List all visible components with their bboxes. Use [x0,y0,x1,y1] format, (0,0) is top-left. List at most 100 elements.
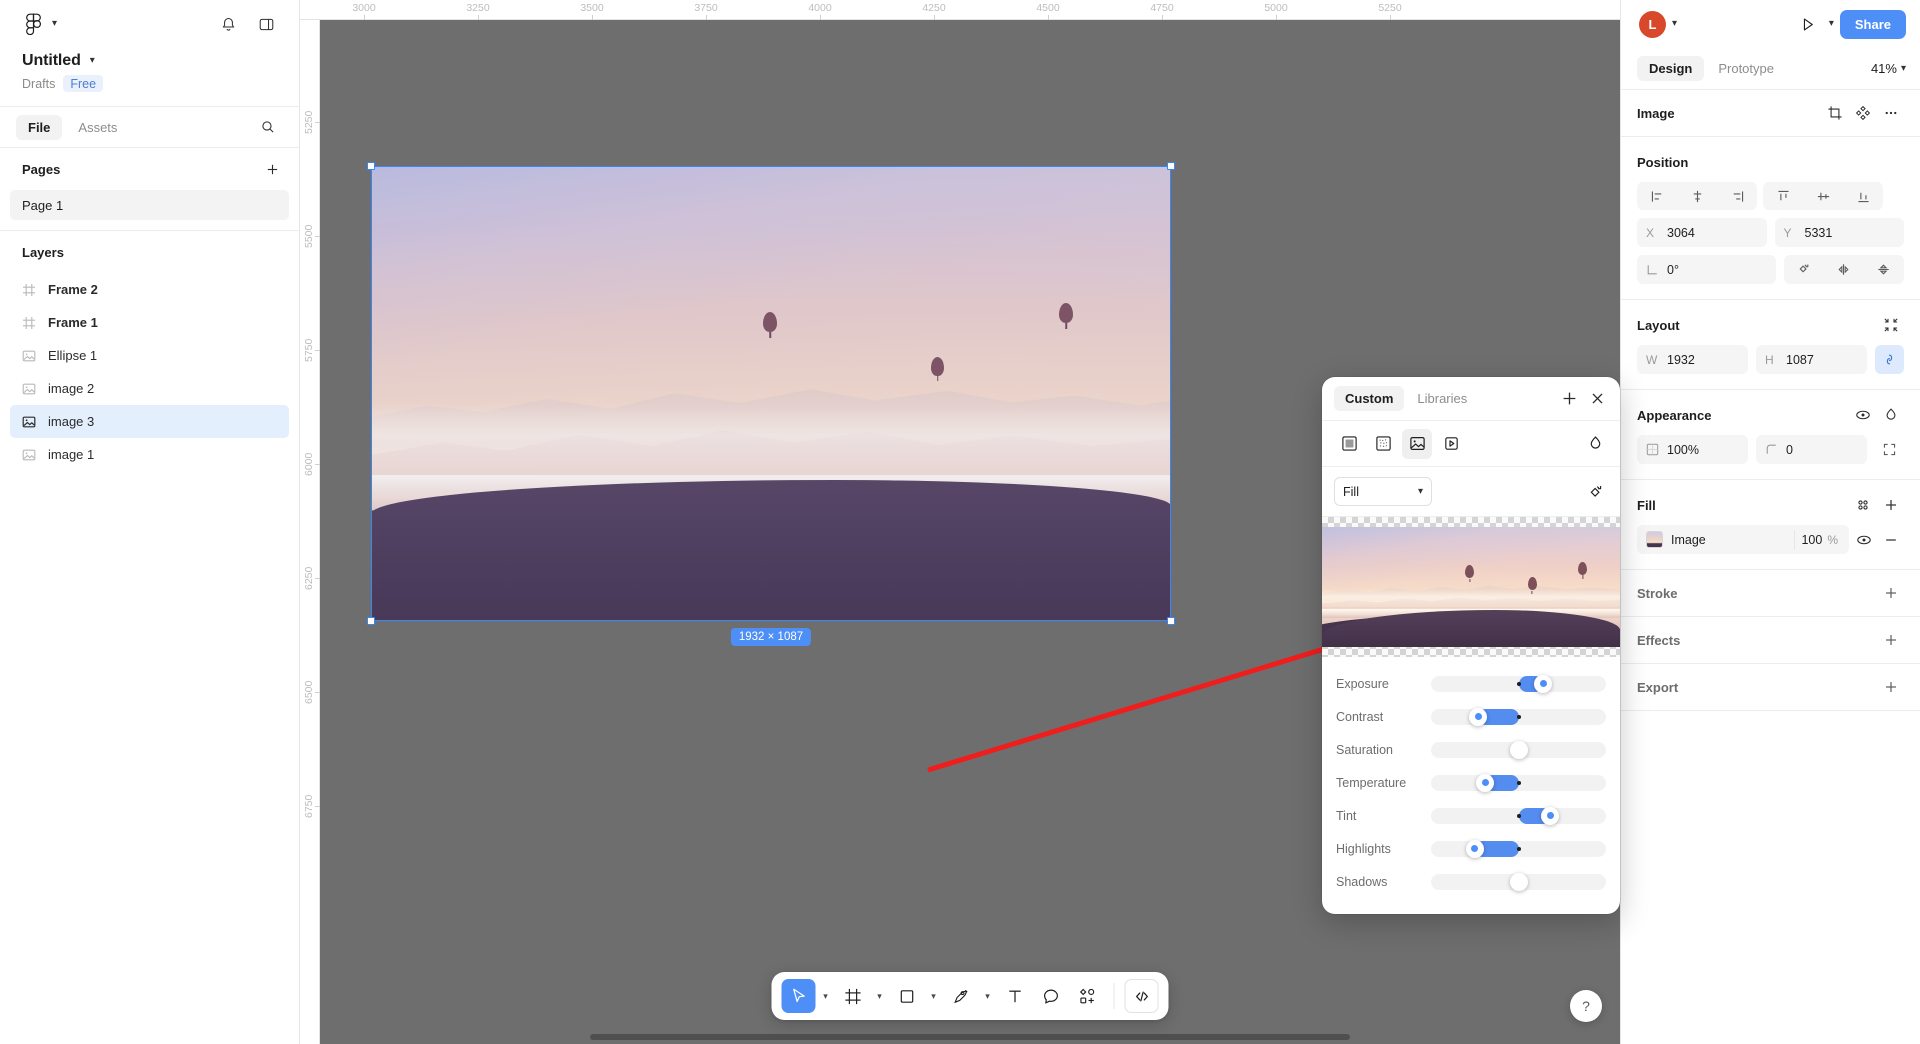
help-button[interactable]: ? [1570,990,1602,1022]
fill-visibility-eye-icon[interactable] [1851,527,1877,553]
video-paint-icon[interactable] [1436,429,1466,459]
exposure-slider[interactable] [1431,674,1606,693]
artwork-image-3[interactable] [371,166,1171,621]
styles-grid-icon[interactable] [1850,492,1876,518]
layer-item-image-1[interactable]: image 1 [10,438,289,471]
scale-mode-value: Fill [1343,484,1359,499]
popover-tab-libraries[interactable]: Libraries [1406,386,1478,411]
flip-vertical-icon[interactable] [1864,255,1904,284]
text-tool[interactable] [998,979,1032,1013]
share-button[interactable]: Share [1839,9,1906,39]
shadows-slider[interactable] [1431,872,1606,891]
figma-logo-icon[interactable] [22,13,44,35]
image-thumbnail-swatch[interactable] [1646,531,1663,548]
gradient-paint-icon[interactable] [1368,429,1398,459]
align-top-icon[interactable] [1763,182,1803,210]
pen-tool[interactable] [944,979,978,1013]
comment-tool[interactable] [1034,979,1068,1013]
play-triangle-icon[interactable] [1793,9,1823,39]
align-center-horizontal-icon[interactable] [1677,182,1717,210]
frame-tool-caret-icon[interactable]: ▾ [872,979,888,1013]
ruler-label: 3500 [580,2,604,14]
saturation-slider[interactable] [1431,740,1606,759]
add-stroke-button[interactable] [1878,580,1904,606]
tab-assets[interactable]: Assets [66,115,129,140]
crop-icon[interactable] [1822,100,1848,126]
pen-tool-caret-icon[interactable]: ▾ [980,979,996,1013]
logo-menu-caret-icon[interactable]: ▾ [52,19,57,29]
shape-tool[interactable] [890,979,924,1013]
blend-droplet-icon[interactable] [1582,431,1608,457]
image-preview[interactable] [1322,517,1620,657]
tab-prototype[interactable]: Prototype [1706,56,1786,81]
blend-droplet-icon[interactable] [1878,402,1904,428]
sidebar-item-page-1[interactable]: Page 1 [10,190,289,220]
move-tool[interactable] [781,979,816,1013]
fill-opacity-input[interactable]: 100 % [1794,529,1846,550]
scale-mode-select[interactable]: Fill ▾ [1334,477,1432,506]
layer-item-ellipse-1[interactable]: Ellipse 1 [10,339,289,372]
file-location[interactable]: Drafts [22,77,55,91]
tint-slider[interactable] [1431,806,1606,825]
link-chain-icon[interactable] [1875,345,1904,374]
file-menu-caret-icon[interactable]: ▾ [90,56,95,66]
rotate-icon[interactable] [1784,255,1824,284]
popover-tab-custom[interactable]: Custom [1334,386,1405,411]
rotation-input[interactable]: 0° [1637,255,1776,284]
opacity-input[interactable]: 100% [1637,435,1748,464]
corner-radius-input[interactable]: 0 [1756,435,1867,464]
frame-tool[interactable] [836,979,870,1013]
layer-item-image-2[interactable]: image 2 [10,372,289,405]
add-effect-button[interactable] [1878,627,1904,653]
component-diamond-icon[interactable] [1850,100,1876,126]
dev-mode-toggle[interactable] [1124,979,1159,1013]
rotate-image-icon[interactable] [1582,479,1608,505]
tab-file[interactable]: File [16,114,63,140]
more-dots-icon[interactable] [1878,100,1904,126]
pages-label: Pages [22,161,61,177]
width-input[interactable]: W 1932 [1637,345,1748,374]
plan-badge[interactable]: Free [63,75,104,92]
zoom-caret-icon[interactable]: ▾ [1901,63,1906,74]
zoom-level[interactable]: 41% [1871,61,1899,76]
solid-paint-icon[interactable] [1334,429,1364,459]
present-caret-icon[interactable]: ▾ [1829,19,1834,29]
add-export-button[interactable] [1878,674,1904,700]
highlights-slider[interactable] [1431,839,1606,858]
add-fill-button[interactable] [1878,492,1904,518]
x-position-input[interactable]: X 3064 [1637,218,1767,247]
temperature-slider[interactable] [1431,773,1606,792]
flip-horizontal-icon[interactable] [1824,255,1864,284]
align-left-icon[interactable] [1637,182,1677,210]
align-right-icon[interactable] [1717,182,1757,210]
layer-item-frame-1[interactable]: Frame 1 [10,306,289,339]
layer-item-image-3[interactable]: image 3 [10,405,289,438]
tab-design[interactable]: Design [1637,56,1705,81]
actions-tool[interactable] [1070,979,1104,1013]
close-icon[interactable] [1584,386,1610,412]
avatar[interactable]: L [1639,10,1666,38]
search-icon[interactable] [253,112,283,142]
popover-add-style-button[interactable] [1556,386,1582,412]
bell-icon[interactable] [213,9,243,39]
avatar-caret-icon[interactable]: ▾ [1672,19,1677,29]
collapse-arrows-icon[interactable] [1878,312,1904,338]
corners-icon[interactable] [1875,435,1904,464]
layer-item-frame-2[interactable]: Frame 2 [10,273,289,306]
shape-tool-caret-icon[interactable]: ▾ [926,979,942,1013]
align-center-vertical-icon[interactable] [1803,182,1843,210]
horizontal-scrollbar[interactable] [590,1034,1350,1040]
layers-label: Layers [22,244,64,260]
remove-fill-button[interactable] [1878,527,1904,553]
add-page-button[interactable] [259,156,285,182]
fill-paint-picker[interactable]: Image [1640,531,1794,548]
fill-item-row[interactable]: Image 100 % [1637,525,1849,554]
move-tool-caret-icon[interactable]: ▾ [818,979,834,1013]
height-input[interactable]: H 1087 [1756,345,1867,374]
y-position-input[interactable]: Y 5331 [1774,218,1904,247]
image-paint-icon[interactable] [1402,428,1432,459]
eye-icon[interactable] [1850,402,1876,428]
layout-panel-icon[interactable] [251,9,281,39]
contrast-slider[interactable] [1431,707,1606,726]
align-bottom-icon[interactable] [1843,182,1883,210]
